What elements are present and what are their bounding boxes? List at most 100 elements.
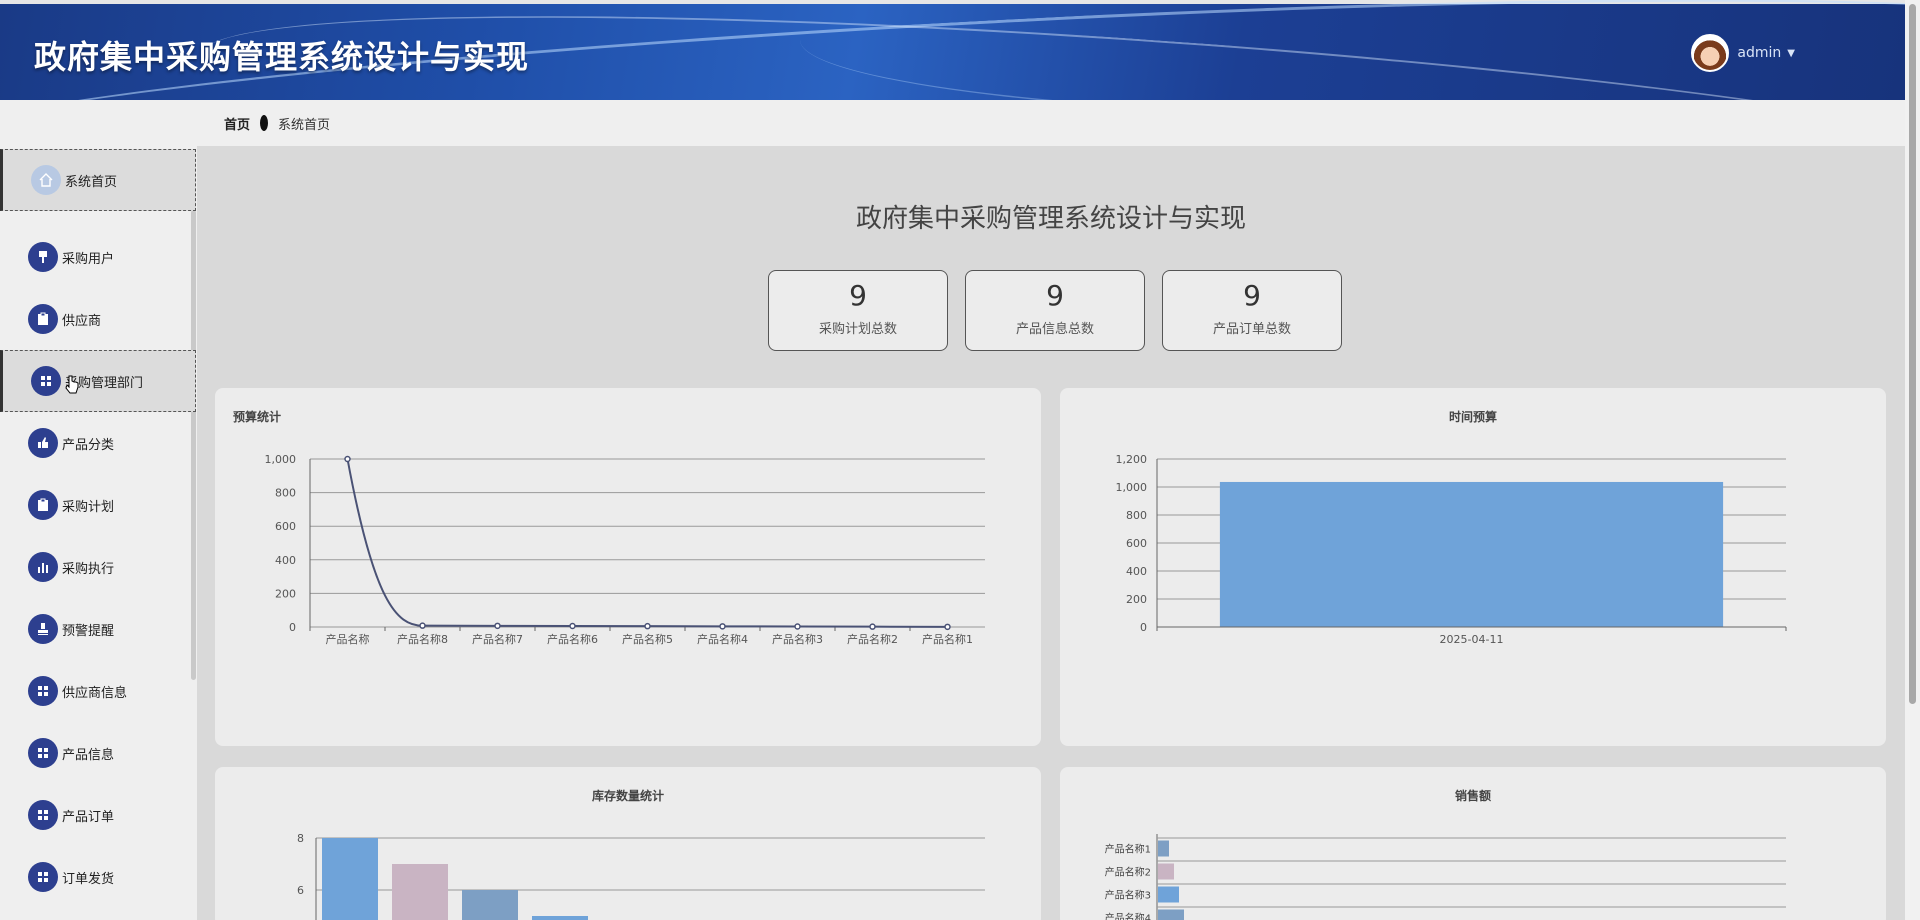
x-tick-label: 产品名称2 — [847, 632, 898, 646]
y-tick-label: 6 — [297, 884, 304, 897]
stat-card-products: 9 产品信息总数 — [965, 270, 1145, 351]
grid-icon — [28, 862, 58, 892]
sidebar-item-purchase-plan[interactable]: 采购计划 — [0, 474, 196, 536]
y-tick-label: 400 — [275, 554, 296, 567]
sidebar-item-label: 产品分类 — [62, 437, 115, 453]
caret-down-icon[interactable]: ▼ — [1787, 48, 1795, 59]
stat-value: 9 — [1243, 279, 1261, 312]
chart-panel-sales: 销售额 产品名称1 产品名称2 产品名称3 产品名称4 — [1060, 767, 1886, 920]
bar — [532, 916, 588, 920]
budget-line-chart: 0 200 400 600 800 1,000 产品名称 产品名称8 产品名称7 产品名称6 产品名… — [265, 453, 985, 646]
sales-bar-chart: 产品名称1 产品名称2 产品名称3 产品名称4 — [1105, 834, 1786, 920]
sidebar-item-label: 系统首页 — [65, 174, 118, 190]
sidebar-item-label: 供应商信息 — [62, 685, 128, 701]
bar — [1158, 909, 1184, 920]
clipboard-icon — [28, 304, 58, 334]
y-tick-label: 600 — [275, 520, 296, 533]
sidebar-item-procurement-dept[interactable]: 采购管理部门 — [0, 350, 196, 412]
y-tick-label: 200 — [275, 587, 296, 600]
sidebar: 系统首页 采购用户 供应商 采购管理部门 产品分类 采购计划 采购执行 预警提醒… — [0, 100, 197, 920]
y-tick-label: 400 — [1126, 565, 1147, 578]
sidebar-item-supplier-info[interactable]: 供应商信息 — [0, 660, 196, 722]
data-point — [644, 622, 651, 630]
bar — [1219, 481, 1724, 627]
bar — [322, 838, 378, 920]
stat-card-plans: 9 采购计划总数 — [768, 270, 948, 351]
sidebar-item-product-category[interactable]: 产品分类 — [0, 412, 196, 474]
data-point — [494, 622, 501, 630]
data-point — [569, 622, 576, 630]
data-point — [419, 622, 426, 629]
bar — [1158, 863, 1174, 880]
user-name[interactable]: admin — [1737, 45, 1781, 61]
brush-icon — [28, 242, 58, 272]
stat-label: 采购计划总数 — [818, 322, 897, 337]
x-tick-label: 产品名称8 — [397, 632, 448, 646]
data-point — [794, 623, 801, 630]
data-point — [344, 455, 351, 463]
sidebar-item-purchase-execution[interactable]: 采购执行 — [0, 536, 196, 598]
bar — [392, 864, 448, 920]
stamp-icon — [28, 614, 58, 644]
home-icon — [31, 165, 61, 195]
sidebar-item-order-shipping[interactable]: 订单发货 — [0, 846, 196, 908]
x-tick-label: 产品名称 — [326, 632, 370, 646]
stat-value: 9 — [849, 279, 867, 312]
breadcrumb-separator-icon — [260, 115, 269, 131]
sidebar-item-warnings[interactable]: 预警提醒 — [0, 598, 196, 660]
clipboard-icon — [28, 490, 58, 520]
y-tick-label: 产品名称4 — [1105, 912, 1151, 920]
sidebar-item-label: 供应商 — [62, 313, 102, 329]
y-tick-label: 0 — [289, 621, 296, 634]
inventory-bar-chart: 68 — [297, 832, 985, 920]
time-budget-bar-chart: 0 200 400 600 800 1,000 1,200 2025-04-11 — [1116, 453, 1787, 646]
y-tick-label: 1,000 — [265, 453, 297, 466]
chart-panel-time-budget: 时间预算 0 200 400 600 800 1,000 1,200 2025-04-11 — [1060, 388, 1886, 746]
series-line — [346, 458, 948, 628]
user-menu[interactable]: admin ▼ — [1691, 34, 1795, 72]
sidebar-item-product-orders[interactable]: 产品订单 — [0, 784, 196, 846]
bar — [1158, 840, 1169, 857]
grid-icon — [28, 676, 58, 706]
y-tick-label: 产品名称3 — [1105, 889, 1151, 902]
breadcrumb-home[interactable]: 首页 — [224, 114, 250, 133]
app-title: 政府集中采购管理系统设计与实现 — [34, 38, 530, 76]
sidebar-item-label: 采购计划 — [62, 499, 115, 515]
sidebar-item-label: 采购执行 — [62, 561, 115, 577]
bar — [462, 890, 518, 920]
y-tick-label: 600 — [1126, 537, 1147, 550]
data-point — [719, 623, 726, 630]
y-tick-label: 产品名称1 — [1105, 843, 1151, 856]
y-tick-label: 产品名称2 — [1105, 866, 1151, 879]
x-tick-label: 产品名称4 — [697, 632, 748, 646]
y-tick-label: 800 — [1126, 509, 1147, 522]
sidebar-item-home[interactable]: 系统首页 — [0, 149, 196, 211]
bar — [1158, 886, 1179, 903]
stat-value: 9 — [1046, 279, 1064, 312]
sidebar-item-product-info[interactable]: 产品信息 — [0, 722, 196, 784]
y-tick-label: 1,000 — [1116, 481, 1148, 494]
mouse-cursor-icon — [65, 375, 79, 394]
grid-icon — [28, 738, 58, 768]
x-tick-label: 产品名称5 — [622, 632, 673, 646]
chart-panel-inventory: 库存数量统计 68 — [215, 767, 1041, 920]
y-tick-label: 800 — [275, 487, 296, 500]
page-scrollbar-thumb[interactable] — [1909, 4, 1916, 704]
sidebar-item-label: 预警提醒 — [62, 623, 115, 639]
bar-chart-icon — [28, 552, 58, 582]
sidebar-item-label: 产品信息 — [62, 747, 115, 763]
x-tick-label: 产品名称7 — [472, 632, 523, 646]
breadcrumb-current: 系统首页 — [278, 117, 331, 133]
sidebar-item-suppliers[interactable]: 供应商 — [0, 288, 196, 350]
stat-label: 产品订单总数 — [1212, 322, 1291, 337]
sidebar-item-purchase-users[interactable]: 采购用户 — [0, 226, 196, 288]
breadcrumb: 首页 系统首页 — [197, 100, 1905, 146]
avatar[interactable] — [1691, 34, 1730, 72]
grid-icon — [31, 366, 61, 396]
stat-card-orders: 9 产品订单总数 — [1162, 270, 1342, 351]
x-tick-label: 产品名称1 — [922, 632, 973, 646]
x-tick-label: 产品名称3 — [772, 632, 823, 646]
page-scrollbar[interactable] — [1905, 0, 1920, 920]
stat-label: 产品信息总数 — [1015, 322, 1094, 337]
x-tick-label: 产品名称6 — [547, 632, 598, 646]
